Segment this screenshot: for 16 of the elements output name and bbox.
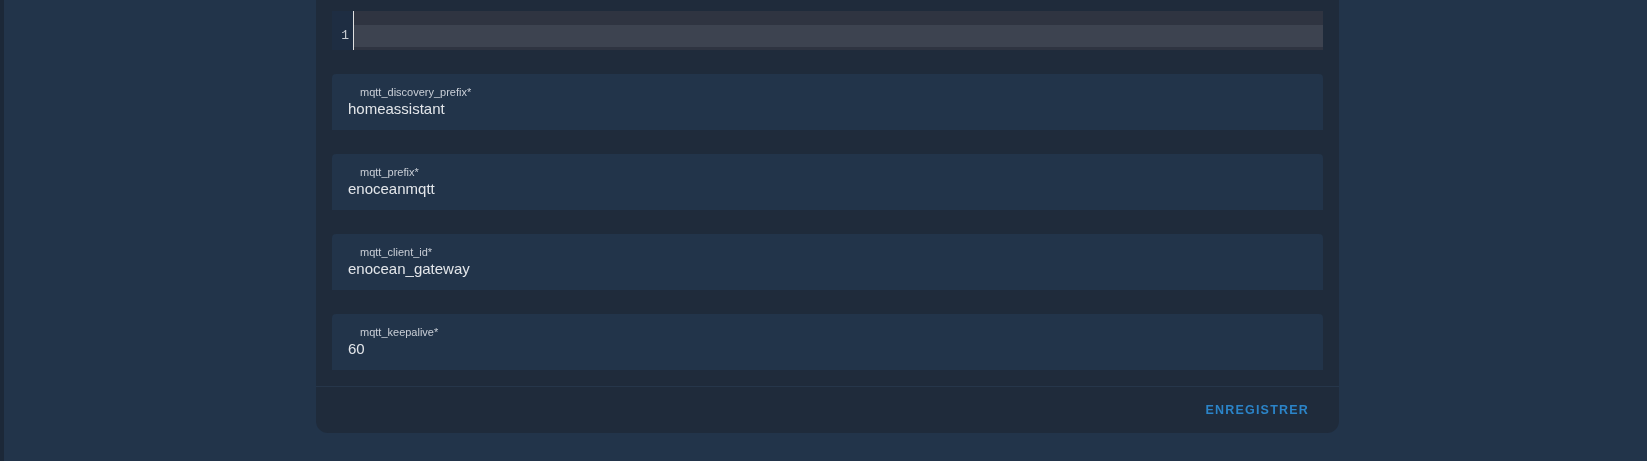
text-cursor xyxy=(353,11,354,50)
field-label: mqtt_keepalive* xyxy=(359,325,440,339)
field-label: mqtt_discovery_prefix* xyxy=(359,85,473,99)
field-label: mqtt_client_id* xyxy=(359,245,434,259)
text-field[interactable]: mqtt_prefix* enoceanmqtt xyxy=(332,154,1323,210)
field-value: enoceanmqtt xyxy=(348,179,436,199)
text-field[interactable]: mqtt_discovery_prefix* homeassistant xyxy=(332,74,1323,130)
line-number: 1 xyxy=(341,27,350,45)
save-button[interactable]: ENREGISTRER xyxy=(1197,395,1317,425)
field-value: enocean_gateway xyxy=(348,259,471,279)
text-field[interactable]: mqtt_client_id* enocean_gateway xyxy=(332,234,1323,290)
field-label: mqtt_prefix* xyxy=(359,165,420,179)
code-editor[interactable]: 1 xyxy=(332,11,1323,50)
text-field[interactable]: mqtt_keepalive* 60 xyxy=(332,314,1323,370)
field-value: homeassistant xyxy=(348,99,446,119)
field-value: 60 xyxy=(348,339,366,359)
